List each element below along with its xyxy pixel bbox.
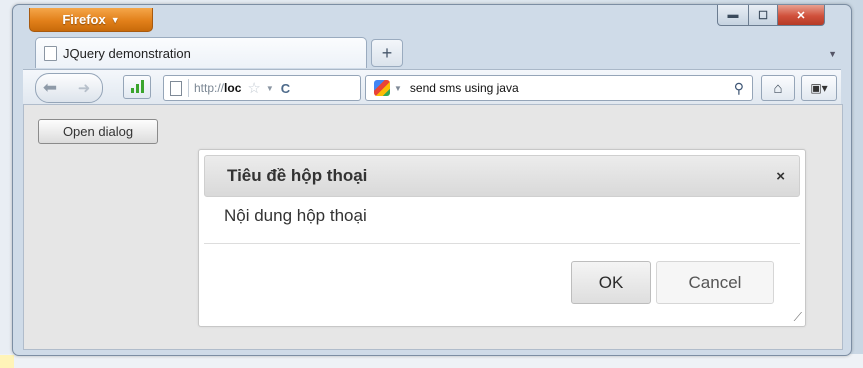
forward-arrow-icon[interactable]: ➜ [70, 74, 98, 102]
url-separator [188, 79, 189, 97]
page-icon [44, 45, 57, 61]
search-engine-dropdown-icon[interactable]: ▼ [394, 84, 402, 93]
url-host: loc [224, 81, 242, 95]
star-icon[interactable]: ☆ [247, 79, 260, 97]
back-forward-group: ⬅ ➜ [35, 73, 103, 103]
page-content: Open dialog Tiêu đề hộp thoại × Nội dung… [23, 104, 843, 350]
dialog-titlebar[interactable]: Tiêu đề hộp thoại × [204, 155, 800, 197]
dialog-divider [204, 243, 800, 244]
navigation-toolbar: ⬅ ➜ http:// loc ☆ ▼ C ▼ send sms using j… [23, 69, 841, 104]
magnifier-icon[interactable]: ⚲ [734, 80, 744, 97]
url-bar[interactable]: http:// loc ☆ ▼ C [163, 75, 361, 101]
search-input[interactable]: send sms using java [410, 81, 519, 95]
url-scheme: http:// [194, 81, 225, 95]
browser-window: Firefox ▼ ▬ ☐ ✕ JQuery demonstration + ▼… [12, 4, 852, 356]
tab-jquery-demonstration[interactable]: JQuery demonstration [35, 37, 367, 68]
desktop-strip [0, 354, 863, 368]
ok-button[interactable]: OK [571, 261, 651, 304]
desktop-corner [0, 355, 14, 368]
close-icon[interactable]: × [776, 168, 785, 185]
minimize-button[interactable]: ▬ [717, 5, 749, 26]
google-icon[interactable] [374, 80, 390, 96]
firefox-menu-label: Firefox [62, 12, 106, 27]
signal-bars-icon[interactable] [123, 75, 151, 99]
maximize-button[interactable]: ☐ [749, 5, 778, 26]
tab-strip: JQuery demonstration + ▼ [13, 35, 851, 69]
modal-dialog: Tiêu đề hộp thoại × Nội dung hộp thoại O… [198, 149, 806, 327]
tab-title: JQuery demonstration [63, 45, 191, 61]
search-bar[interactable]: ▼ send sms using java ⚲ [365, 75, 753, 101]
open-dialog-button[interactable]: Open dialog [38, 119, 158, 144]
reload-icon[interactable]: C [281, 81, 290, 96]
tab-list-chevron-icon[interactable]: ▼ [828, 49, 837, 59]
chevron-down-icon: ▼ [110, 14, 120, 25]
home-icon[interactable]: ⌂ [761, 75, 795, 101]
window-controls: ▬ ☐ ✕ [717, 5, 825, 26]
title-bar: Firefox ▼ ▬ ☐ ✕ [13, 5, 851, 35]
cancel-button[interactable]: Cancel [656, 261, 774, 304]
history-dropdown-icon[interactable]: ▼ [266, 84, 274, 93]
resize-handle-icon[interactable]: ⟋ [790, 311, 802, 323]
close-window-button[interactable]: ✕ [778, 5, 825, 26]
page-icon [170, 80, 182, 96]
new-tab-button[interactable]: + [371, 39, 403, 67]
bookmarks-icon[interactable]: ▣▾ [801, 75, 837, 101]
firefox-menu-button[interactable]: Firefox ▼ [29, 8, 153, 32]
dialog-title: Tiêu đề hộp thoại [227, 166, 368, 185]
dialog-content: Nội dung hộp thoại [224, 206, 367, 225]
back-arrow-icon[interactable]: ⬅ [36, 74, 64, 102]
